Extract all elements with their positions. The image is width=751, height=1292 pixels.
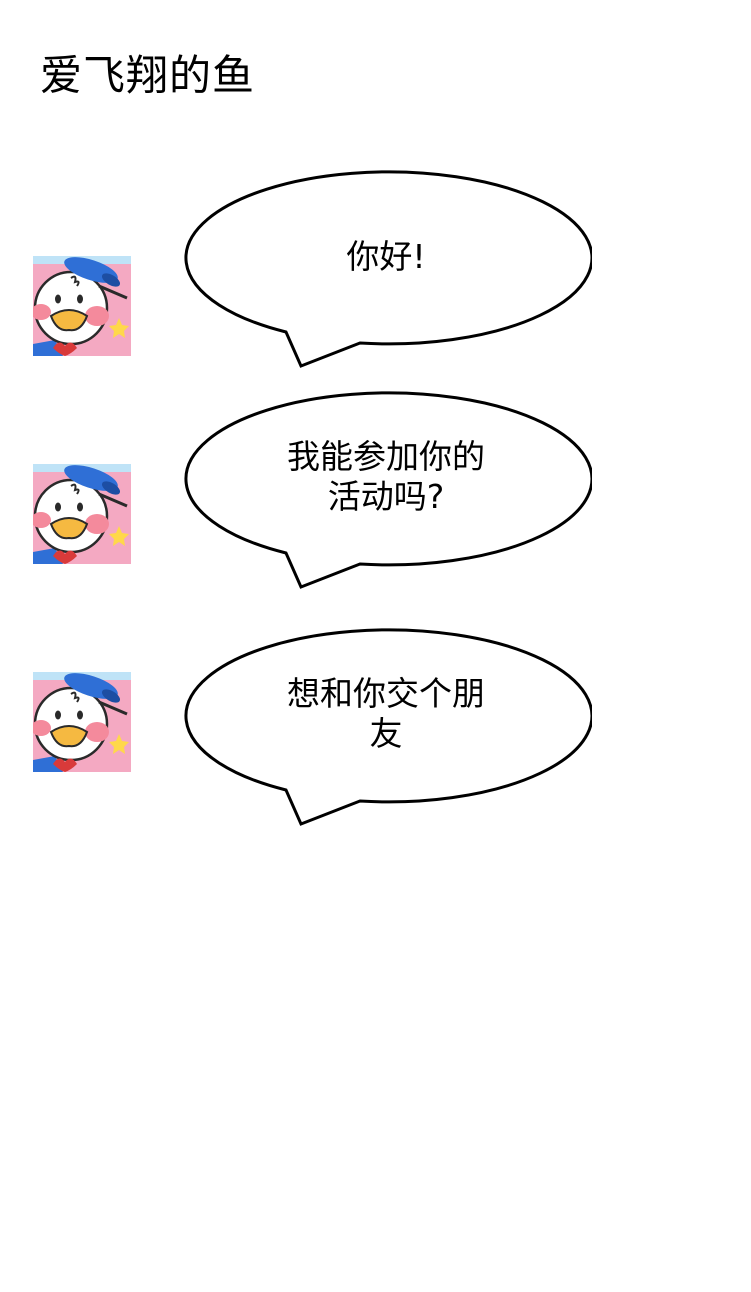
speech-bubble: 想和你交个朋 友 [180, 626, 592, 826]
donald-duck-avatar-icon [33, 256, 131, 356]
avatar[interactable] [33, 672, 131, 772]
speech-bubble: 我能参加你的 活动吗? [180, 389, 592, 589]
donald-duck-avatar-icon [33, 464, 131, 564]
avatar[interactable] [33, 464, 131, 564]
message-text: 我能参加你的 活动吗? [287, 437, 485, 516]
message-text: 想和你交个朋 友 [287, 674, 485, 753]
donald-duck-avatar-icon [33, 672, 131, 772]
page-title: 爱飞翔的鱼 [40, 51, 256, 100]
message-text: 你好! [346, 237, 426, 276]
avatar[interactable] [33, 256, 131, 356]
speech-bubble: 你好! [180, 168, 592, 368]
